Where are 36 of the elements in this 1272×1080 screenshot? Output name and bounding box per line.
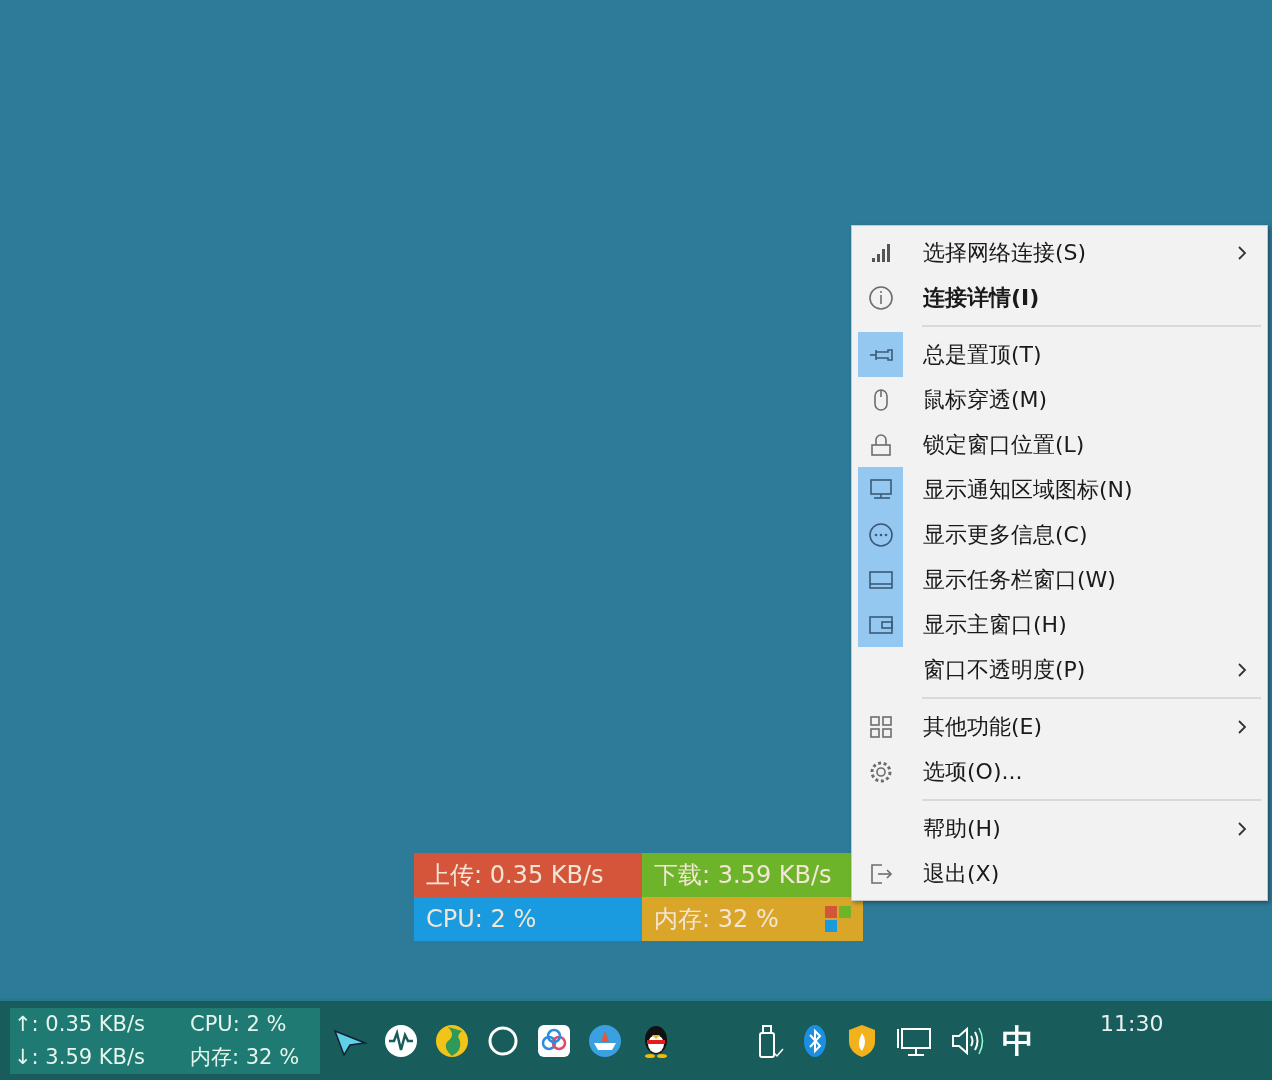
chevron-right-icon xyxy=(1237,820,1247,837)
info-icon xyxy=(867,284,894,311)
network-speed: ↓: 3.59 KB/s xyxy=(14,1044,146,1071)
usage-reading: CPU: 2 % xyxy=(190,1011,288,1038)
menu-item[interactable]: 锁定窗口位置(L) xyxy=(852,422,1267,467)
boat-badge-icon[interactable] xyxy=(587,1022,623,1059)
network-speed: ↑: 0.35 KB/s xyxy=(14,1011,146,1038)
menu-item[interactable]: 显示更多信息(C) xyxy=(852,512,1267,557)
menu-item[interactable]: 选项(O)... xyxy=(852,749,1267,794)
menu-item[interactable]: 其他功能(E) xyxy=(852,704,1267,749)
memory-usage: 内存: 32 % xyxy=(642,897,863,941)
input-method-indicator[interactable]: 中 xyxy=(1002,1016,1034,1065)
four-squares-icon xyxy=(825,906,851,932)
menu-item[interactable]: 鼠标穿透(M) xyxy=(852,377,1267,422)
menu-item[interactable]: 窗口不透明度(P) xyxy=(852,647,1267,692)
shield-icon[interactable] xyxy=(846,1022,878,1059)
chevron-right-icon xyxy=(1237,661,1247,678)
upload-speed: 上传: 0.35 KB/s xyxy=(414,853,642,897)
menu-item[interactable]: 显示任务栏窗口(W) xyxy=(852,557,1267,602)
menu-item[interactable]: 显示通知区域图标(N) xyxy=(852,467,1267,512)
cloud-icon[interactable] xyxy=(536,1022,572,1059)
usage-reading: 内存: 32 % xyxy=(190,1044,301,1071)
chevron-right-icon xyxy=(1237,718,1247,735)
clock-time[interactable]: 11:30 xyxy=(1100,1007,1164,1040)
menu-item[interactable]: 选择网络连接(S) xyxy=(852,230,1267,275)
globe-icon[interactable] xyxy=(434,1022,470,1059)
menu-item[interactable]: 总是置顶(T) xyxy=(852,332,1267,377)
waveform-icon[interactable] xyxy=(383,1022,419,1059)
grid-icon xyxy=(867,713,894,740)
bluetooth-icon[interactable] xyxy=(802,1022,828,1059)
menu-item[interactable]: 显示主窗口(H) xyxy=(852,602,1267,647)
more-dots-icon xyxy=(867,521,894,548)
chevron-right-icon xyxy=(1237,244,1247,261)
menu-item[interactable]: 连接详情(I) xyxy=(852,275,1267,320)
cpu-usage: CPU: 2 % xyxy=(414,897,642,941)
menu-item[interactable]: 帮助(H) xyxy=(852,806,1267,851)
